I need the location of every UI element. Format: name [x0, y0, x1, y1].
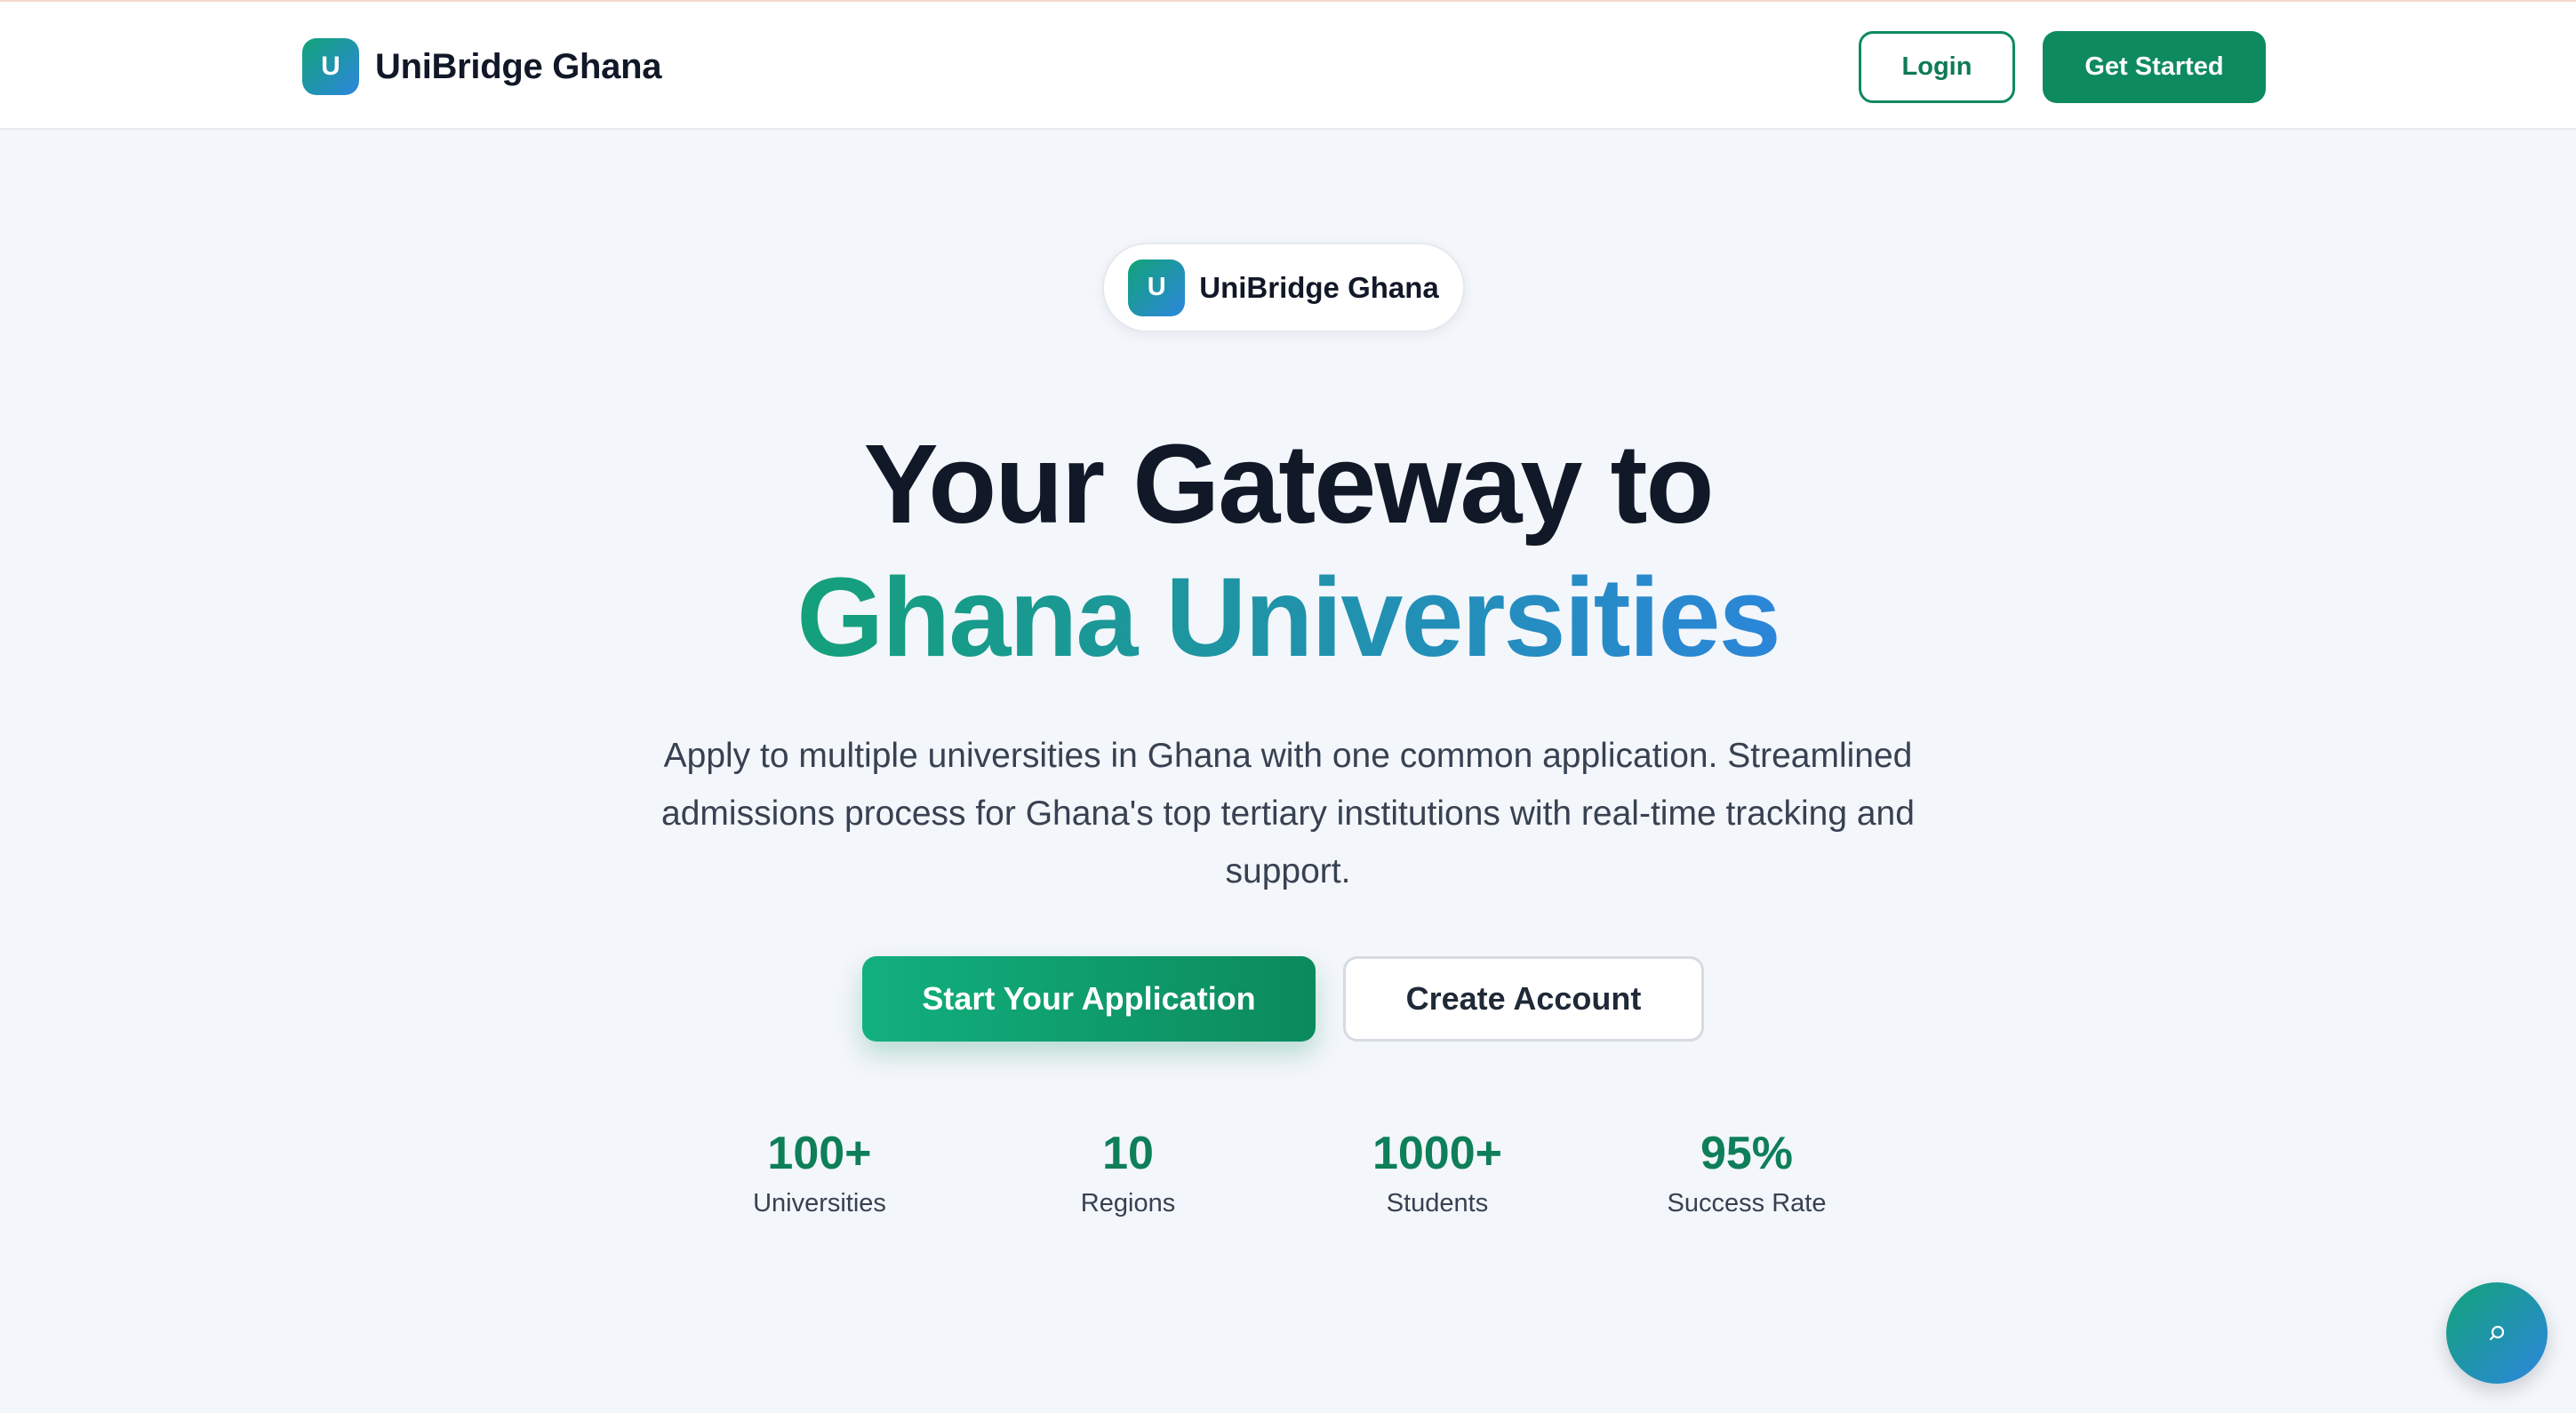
hero-headline-line2: Ghana Universities — [0, 551, 2576, 684]
chat-icon — [2489, 1325, 2505, 1341]
chat-button[interactable] — [2446, 1282, 2548, 1384]
badge-logo-icon: U — [1128, 259, 1186, 316]
stat-label: Regions — [1080, 1189, 1176, 1217]
stat-success-rate: 95% Success Rate — [1631, 1122, 1862, 1218]
stat-value: 1000+ — [1372, 1128, 1503, 1179]
stat-value: 100+ — [767, 1128, 872, 1179]
badge-text: UniBridge Ghana — [1199, 270, 1439, 304]
brand-badge: U UniBridge Ghana — [1102, 243, 1465, 332]
stat-value: 10 — [1102, 1128, 1154, 1179]
stat-universities: 100+ Universities — [704, 1122, 935, 1218]
stat-label: Universities — [753, 1189, 886, 1217]
brand-logo-icon: U — [302, 38, 359, 95]
stat-students: 1000+ Students — [1322, 1122, 1553, 1218]
stat-label: Success Rate — [1667, 1189, 1827, 1217]
brand-name: UniBridge Ghana — [375, 46, 662, 86]
login-button[interactable]: Login — [1859, 31, 2015, 103]
hero-headline-highlight: Ghana Universities — [796, 555, 1780, 680]
stat-label: Students — [1386, 1189, 1489, 1217]
stat-regions: 10 Regions — [1012, 1122, 1244, 1218]
hero-headline-line1: Your Gateway to — [863, 421, 1715, 547]
brand-logo-link[interactable]: U UniBridge Ghana — [302, 37, 662, 96]
create-account-button[interactable]: Create Account — [1343, 956, 1704, 1042]
stat-value: 95% — [1700, 1128, 1794, 1179]
hero-subtitle: Apply to multiple universities in Ghana … — [661, 737, 1915, 890]
get-started-button[interactable]: Get Started — [2043, 31, 2266, 103]
top-navigation: U UniBridge Ghana Login Get Started — [0, 0, 2576, 130]
start-application-button[interactable]: Start Your Application — [862, 956, 1316, 1042]
